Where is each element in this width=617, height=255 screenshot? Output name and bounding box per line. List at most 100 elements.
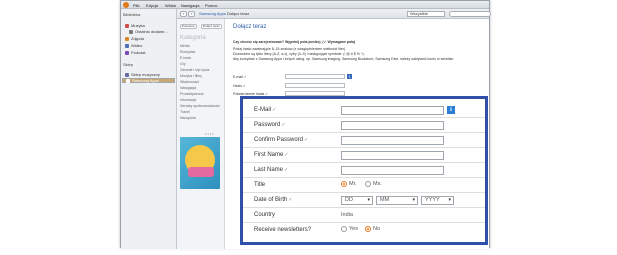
samsung-apps-icon — [126, 78, 130, 83]
category-item[interactable]: Muzyka i filmy — [180, 74, 202, 78]
dob-row: Date of Birth✓ DD ▾ MM ▾ YYYY ▾ — [243, 193, 485, 208]
category-item[interactable]: E-book — [180, 56, 191, 60]
podcast-icon — [125, 50, 129, 55]
category-item[interactable]: Informacje — [180, 98, 196, 102]
email-label: E-Mail✓ — [254, 107, 277, 113]
category-item[interactable]: Narzędzia — [180, 116, 196, 120]
email-label: E-mail ✓ — [233, 75, 247, 79]
email-row: E-Mail✓ i — [243, 103, 485, 118]
sidebar-item-label: Muzyka — [131, 23, 145, 28]
back-button[interactable]: ‹ — [180, 11, 188, 17]
required-icon: ✓ — [272, 107, 277, 113]
page-title: Dołącz teraz — [233, 24, 267, 30]
email-field[interactable] — [285, 74, 345, 79]
password-row: Password✓ — [243, 118, 485, 133]
playlist-icon — [129, 29, 133, 34]
sidebar-item-samsung-apps[interactable]: Samsung Apps — [122, 78, 175, 83]
confirm-password-label: Confirm Password✓ — [254, 137, 309, 143]
sidebar-item-label: Wideo — [131, 43, 143, 48]
menu-edit[interactable]: Edycja — [146, 3, 158, 8]
menu-view[interactable]: Widok — [165, 3, 176, 8]
join-tab[interactable]: Dołącz teraz — [201, 24, 222, 29]
required-icon: ✓ — [288, 197, 293, 203]
newsletter-yes-radio[interactable]: Yes — [341, 226, 358, 232]
category-item[interactable]: Travel — [180, 110, 190, 114]
menu-file[interactable]: Plik — [133, 3, 139, 8]
form-intro: Czy chcesz się zarejestrować? Wypełnij p… — [233, 40, 356, 44]
country-label: Country — [254, 212, 276, 218]
sidebar-item-video[interactable]: Wideo — [125, 43, 142, 48]
samsung-apps-logo: Samsung Apps — [199, 11, 226, 16]
sidebar-item-photos[interactable]: Zdjęcia — [125, 36, 144, 41]
country-value: India — [341, 212, 353, 218]
first-name-row: First Name✓ — [243, 148, 485, 163]
menu-help[interactable]: Pomoc — [205, 3, 217, 8]
chevron-down-icon: ▾ — [448, 197, 451, 203]
radio-icon — [341, 226, 347, 232]
category-item[interactable]: Serwisy społecznościowe — [180, 104, 220, 108]
music-icon — [125, 23, 129, 28]
category-item[interactable]: Zdrowie i styl życia — [180, 68, 209, 72]
category-item[interactable]: Rozrywka — [180, 50, 195, 54]
store-category-pane: Polecane Dołącz teraz Kategoria Media Ro… — [177, 19, 225, 249]
password-label: Password✓ — [254, 122, 286, 128]
dob-month-select[interactable]: MM ▾ — [376, 196, 418, 205]
password-label: Hasło ✓ — [233, 84, 246, 88]
last-name-row: Last Name✓ — [243, 163, 485, 178]
toolbar: ‹ › Samsung Apps Dołącz teraz Wszystkie — [177, 9, 491, 19]
title-row: Title Mr. Ms. — [243, 178, 485, 193]
sidebar-item-music[interactable]: Muzyka — [125, 23, 145, 28]
dob-year-select[interactable]: YYYY ▾ — [421, 196, 454, 205]
promo-banner[interactable] — [180, 137, 220, 189]
title-ms-radio[interactable]: Ms. — [365, 181, 382, 187]
radio-icon — [341, 181, 347, 187]
password-field[interactable] — [285, 83, 345, 88]
category-title: Kategoria — [180, 35, 206, 41]
radio-icon — [365, 181, 371, 187]
featured-tab[interactable]: Polecane — [180, 24, 197, 29]
category-item[interactable]: Produktywność — [180, 92, 204, 96]
sidebar-item-label: Zdjęcia — [131, 36, 144, 41]
category-item[interactable]: Media — [180, 44, 190, 48]
last-name-input[interactable] — [341, 166, 444, 175]
forward-button[interactable]: › — [188, 11, 196, 17]
newsletter-row: Receive newsletters? Yes No — [243, 223, 485, 238]
chevron-down-icon: ▾ — [367, 197, 370, 203]
confirm-password-row: Confirm Password✓ — [243, 133, 485, 148]
account-note: Aby korzystać z Samsung Apps i innych us… — [233, 57, 455, 61]
info-icon[interactable]: i — [347, 74, 352, 79]
store-header: Sklep — [123, 62, 134, 67]
newsletter-no-radio[interactable]: No — [365, 226, 380, 232]
radio-icon — [365, 226, 371, 232]
category-item[interactable]: Nawigacja — [180, 86, 196, 90]
zoomed-signup-form: E-Mail✓ i Password✓ Confirm Password✓ Fi… — [240, 96, 488, 245]
required-icon: ✓ — [281, 122, 286, 128]
confirm-password-input[interactable] — [341, 136, 444, 145]
last-name-label: Last Name✓ — [254, 167, 289, 173]
required-icon: ✓ — [284, 167, 289, 173]
carousel-dots[interactable]: •••• — [205, 131, 215, 136]
breadcrumb: Dołącz teraz — [227, 11, 250, 16]
category-item[interactable]: Wiadomości — [180, 80, 199, 84]
library-sidebar: Biblioteka Muzyka Ostatnio dodane... Zdj… — [121, 9, 177, 249]
dob-day-select[interactable]: DD ▾ — [341, 196, 373, 205]
library-header: Biblioteka — [123, 12, 141, 17]
info-icon[interactable]: i — [447, 106, 455, 114]
search-input[interactable] — [449, 11, 491, 17]
first-name-input[interactable] — [341, 151, 444, 160]
sidebar-item-recent[interactable]: Ostatnio dodane... — [129, 29, 168, 34]
password-input[interactable] — [341, 121, 444, 130]
country-row: Country India — [243, 208, 485, 223]
email-input[interactable] — [341, 106, 444, 115]
chevron-down-icon: ▾ — [412, 197, 415, 203]
required-icon: ✓ — [304, 137, 309, 143]
title-mr-radio[interactable]: Mr. — [341, 181, 357, 187]
menu-navigation[interactable]: Nawigacja — [181, 3, 199, 8]
filter-select[interactable]: Wszystkie — [407, 11, 445, 17]
symbols-note: Dozwolone są tylko litery (A-Z, a-z), cy… — [233, 52, 365, 56]
dob-label: Date of Birth✓ — [254, 197, 293, 203]
sidebar-item-podcast[interactable]: Podcast — [125, 50, 145, 55]
title-label: Title — [254, 182, 266, 188]
menu-bar: Plik Edycja Widok Nawigacja Pomoc — [121, 1, 489, 9]
category-item[interactable]: Gry — [180, 62, 186, 66]
